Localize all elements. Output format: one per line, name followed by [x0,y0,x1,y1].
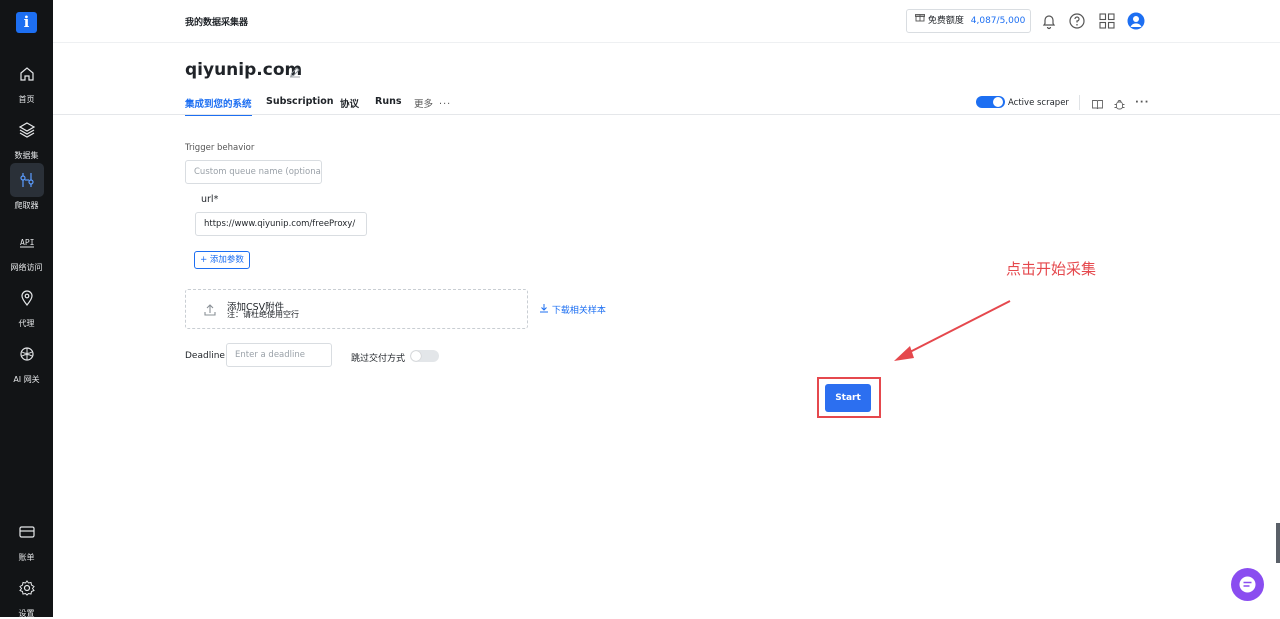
sidebar-item-label: 数据集 [14,151,39,160]
csv-upload-dropzone[interactable]: 添加CSV附件 注：请杜绝使用空行 [185,289,528,329]
edit-pencil-icon[interactable] [289,63,301,82]
scrollbar-thumb[interactable] [1276,523,1280,563]
api-icon: API [10,225,44,259]
download-icon [539,303,549,316]
add-parameter-button[interactable]: + 添加参数 [194,251,250,269]
tab-subscription[interactable]: Subscription [266,96,334,107]
home-icon [10,57,44,91]
queue-name-input[interactable]: Custom queue name (optional) [185,160,322,184]
layers-icon [10,113,44,147]
sidebar-item-proxy[interactable]: 代理 [0,281,53,329]
brain-icon [10,337,44,371]
location-pin-icon [10,281,44,315]
sidebar-item-network-access[interactable]: API 网络访问 [0,225,53,273]
sidebar-item-billing[interactable]: 账单 [0,515,53,563]
notification-bell-icon[interactable] [1040,12,1058,30]
svg-text:API: API [20,238,35,247]
book-icon[interactable] [1091,96,1104,115]
scraper-icon [9,163,44,197]
sidebar-item-label: 爬取器 [14,201,39,210]
annotation-text: 点击开始采集 [1006,260,1097,278]
brand-title: 我的数据采集器 [185,18,249,28]
quota-label: 免费额度 [927,16,964,26]
tab-protocol[interactable]: 协议 [340,96,359,110]
sidebar: i 首页 数据集 爬取器 API 网络访问 代理 AI 网关 账单 设置 [0,0,53,619]
gear-icon [10,571,44,605]
quota-value: 4,087/5,000 [970,16,1026,26]
tab-divider [53,114,1280,115]
active-scraper-toggle[interactable] [976,96,1005,108]
chat-bubble-icon [1239,576,1256,593]
skip-delivery-toggle[interactable] [410,350,439,362]
download-sample-label: 下载相关样本 [551,306,606,316]
deadline-label: Deadline [185,351,225,361]
sidebar-item-label: 代理 [18,319,35,328]
sidebar-item-settings[interactable]: 设置 [0,571,53,619]
tab-more[interactable]: 更多 ··· [414,96,451,110]
annotation-arrow [894,300,1011,361]
free-quota-badge[interactable]: 免费额度 4,087/5,000 [906,9,1031,33]
app-logo[interactable]: i [16,12,37,33]
help-icon[interactable] [1068,12,1086,30]
start-button[interactable]: Start [825,384,871,412]
sidebar-item-label: 首页 [18,95,35,104]
sidebar-item-label: 账单 [18,553,35,562]
sidebar-item-label: 设置 [18,609,35,618]
tab-integrate[interactable]: 集成到您的系统 [185,96,252,116]
apps-grid-icon[interactable] [1098,12,1116,30]
toggle-knob [993,97,1003,107]
sidebar-item-scrapers[interactable]: 爬取器 [0,163,53,211]
toggle-knob [411,351,421,361]
divider [1079,95,1080,110]
active-scraper-label: Active scraper [1008,98,1069,108]
url-input[interactable]: https://www.qiyunip.com/freeProxy/ [195,212,367,236]
sidebar-item-home[interactable]: 首页 [0,57,53,105]
sidebar-item-ai-gateway[interactable]: AI 网关 [0,337,53,385]
more-dots-icon: ··· [439,99,452,110]
csv-upload-note: 注：请杜绝使用空行 [227,310,299,319]
gift-icon [915,9,925,31]
url-label: url* [201,194,219,205]
bug-icon[interactable] [1113,96,1126,115]
download-sample-link[interactable]: 下载相关样本 [539,303,606,316]
tab-runs[interactable]: Runs [375,96,402,107]
trigger-behavior-label: Trigger behavior [185,143,255,153]
sidebar-item-datasets[interactable]: 数据集 [0,113,53,161]
deadline-input[interactable]: Enter a deadline [226,343,332,367]
chat-support-button[interactable] [1231,568,1264,601]
sidebar-item-label: AI 网关 [13,375,40,384]
user-avatar-icon[interactable] [1127,12,1145,30]
billing-card-icon [10,515,44,549]
more-options-icon[interactable]: ··· [1135,97,1149,108]
upload-icon [203,302,217,321]
sidebar-item-label: 网络访问 [10,263,43,272]
skip-delivery-label: 跳过交付方式 [351,354,406,364]
page-title: qiyunip.com [185,60,303,80]
tab-more-label: 更多 [414,99,434,110]
